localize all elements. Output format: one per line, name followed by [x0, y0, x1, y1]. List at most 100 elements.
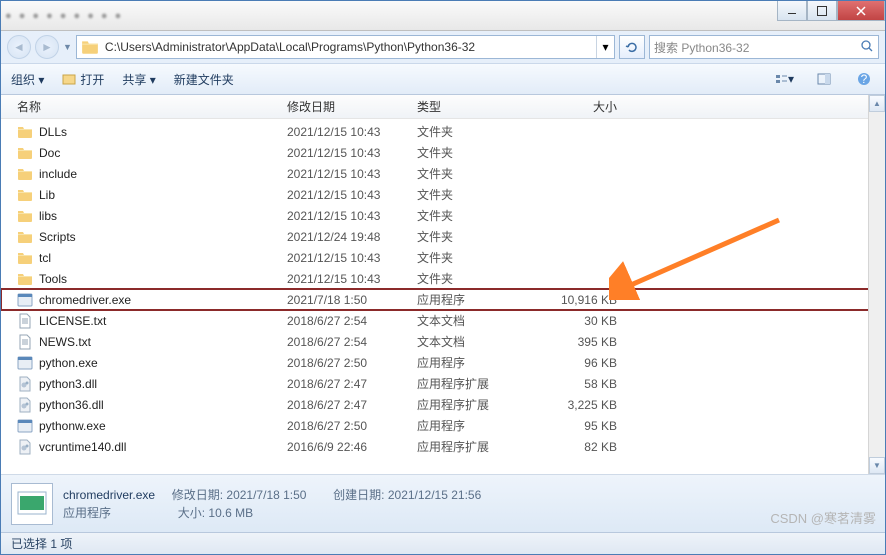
file-name: chromedriver.exe — [39, 293, 287, 307]
address-bar[interactable]: ▾ — [76, 35, 615, 59]
svg-text:?: ? — [861, 72, 868, 86]
dll-icon — [17, 397, 33, 413]
address-input[interactable] — [103, 38, 596, 56]
minimize-button[interactable] — [777, 1, 807, 21]
scrollbar[interactable]: ▲ ▼ — [868, 95, 885, 474]
help-button[interactable]: ? — [853, 68, 875, 90]
dll-icon — [17, 376, 33, 392]
title-blurred: ● ● ● ● ● ● ● ● ● — [5, 10, 123, 22]
table-row[interactable]: libs2021/12/15 10:43文件夹 — [1, 205, 885, 226]
txt-icon — [17, 334, 33, 350]
file-type: 文件夹 — [417, 123, 527, 140]
dll-icon — [17, 439, 33, 455]
toolbar: 组织 ▾ 打开 共享 ▾ 新建文件夹 ▾ ? — [1, 63, 885, 95]
file-type: 应用程序 — [417, 291, 527, 308]
maximize-button[interactable] — [807, 1, 837, 21]
file-name: DLLs — [39, 125, 287, 139]
open-button[interactable]: 打开 — [62, 71, 104, 88]
file-list[interactable]: DLLs2021/12/15 10:43文件夹Doc2021/12/15 10:… — [1, 119, 885, 474]
file-type: 应用程序 — [417, 417, 527, 434]
scroll-up-icon[interactable]: ▲ — [869, 95, 885, 112]
file-name: Scripts — [39, 230, 287, 244]
table-row[interactable]: python36.dll2018/6/27 2:47应用程序扩展3,225 KB — [1, 394, 885, 415]
table-row[interactable]: chromedriver.exe2021/7/18 1:50应用程序10,916… — [1, 289, 885, 310]
scroll-down-icon[interactable]: ▼ — [869, 457, 885, 474]
table-row[interactable]: pythonw.exe2018/6/27 2:50应用程序95 KB — [1, 415, 885, 436]
table-row[interactable]: DLLs2021/12/15 10:43文件夹 — [1, 121, 885, 142]
table-row[interactable]: vcruntime140.dll2016/6/9 22:46应用程序扩展82 K… — [1, 436, 885, 457]
file-date: 2021/12/15 10:43 — [287, 125, 417, 139]
search-placeholder: 搜索 Python36-32 — [654, 39, 749, 56]
file-name: python36.dll — [39, 398, 287, 412]
file-name: libs — [39, 209, 287, 223]
table-row[interactable]: LICENSE.txt2018/6/27 2:54文本文档30 KB — [1, 310, 885, 331]
file-size: 3,225 KB — [527, 398, 617, 412]
file-date: 2021/12/15 10:43 — [287, 251, 417, 265]
file-name: tcl — [39, 251, 287, 265]
details-filetype: 应用程序 — [63, 506, 111, 520]
refresh-icon — [625, 40, 639, 54]
file-type: 应用程序扩展 — [417, 438, 527, 455]
file-date: 2021/12/15 10:43 — [287, 146, 417, 160]
file-type: 文件夹 — [417, 207, 527, 224]
nav-bar: ◄ ► ▼ ▾ 搜索 Python36-32 — [1, 31, 885, 63]
table-row[interactable]: include2021/12/15 10:43文件夹 — [1, 163, 885, 184]
file-name: python.exe — [39, 356, 287, 370]
file-type: 文件夹 — [417, 249, 527, 266]
col-date[interactable]: 修改日期 — [287, 98, 417, 115]
search-box[interactable]: 搜索 Python36-32 — [649, 35, 879, 59]
file-name: vcruntime140.dll — [39, 440, 287, 454]
app-icon — [17, 355, 33, 371]
details-sizeval: 10.6 MB — [208, 506, 253, 520]
file-type: 文件夹 — [417, 228, 527, 245]
file-date: 2018/6/27 2:54 — [287, 335, 417, 349]
details-sizelabel: 大小: — [178, 506, 205, 520]
history-dropdown-icon[interactable]: ▼ — [63, 42, 72, 52]
file-size: 30 KB — [527, 314, 617, 328]
table-row[interactable]: tcl2021/12/15 10:43文件夹 — [1, 247, 885, 268]
share-button[interactable]: 共享 ▾ — [122, 71, 155, 88]
preview-pane-button[interactable] — [813, 68, 835, 90]
file-date: 2018/6/27 2:54 — [287, 314, 417, 328]
file-name: Doc — [39, 146, 287, 160]
close-button[interactable] — [837, 1, 885, 21]
new-folder-button[interactable]: 新建文件夹 — [174, 71, 234, 88]
folder-icon — [17, 229, 33, 245]
preview-icon — [817, 72, 831, 86]
table-row[interactable]: Scripts2021/12/24 19:48文件夹 — [1, 226, 885, 247]
table-row[interactable]: python.exe2018/6/27 2:50应用程序96 KB — [1, 352, 885, 373]
table-row[interactable]: Tools2021/12/15 10:43文件夹 — [1, 268, 885, 289]
file-date: 2021/12/15 10:43 — [287, 188, 417, 202]
file-size: 58 KB — [527, 377, 617, 391]
file-name: NEWS.txt — [39, 335, 287, 349]
file-thumbnail — [11, 483, 53, 525]
details-filename: chromedriver.exe — [63, 488, 155, 502]
file-name: pythonw.exe — [39, 419, 287, 433]
forward-button[interactable]: ► — [35, 35, 59, 59]
file-date: 2016/6/9 22:46 — [287, 440, 417, 454]
col-size[interactable]: 大小 — [527, 98, 617, 115]
folder-icon — [17, 250, 33, 266]
folder-icon — [81, 38, 99, 56]
refresh-button[interactable] — [619, 35, 645, 59]
folder-icon — [17, 271, 33, 287]
titlebar[interactable]: ● ● ● ● ● ● ● ● ● — [1, 1, 885, 31]
table-row[interactable]: Lib2021/12/15 10:43文件夹 — [1, 184, 885, 205]
details-pane: chromedriver.exe 修改日期: 2021/7/18 1:50 创建… — [1, 474, 885, 532]
file-size: 82 KB — [527, 440, 617, 454]
table-row[interactable]: python3.dll2018/6/27 2:47应用程序扩展58 KB — [1, 373, 885, 394]
address-dropdown-icon[interactable]: ▾ — [596, 36, 614, 58]
close-icon — [856, 6, 866, 16]
table-row[interactable]: NEWS.txt2018/6/27 2:54文本文档395 KB — [1, 331, 885, 352]
view-options-button[interactable]: ▾ — [773, 68, 795, 90]
details-modval: 2021/7/18 1:50 — [226, 488, 306, 502]
col-type[interactable]: 类型 — [417, 98, 527, 115]
file-date: 2021/12/24 19:48 — [287, 230, 417, 244]
file-type: 应用程序扩展 — [417, 375, 527, 392]
col-name[interactable]: 名称 — [17, 98, 287, 115]
table-row[interactable]: Doc2021/12/15 10:43文件夹 — [1, 142, 885, 163]
folder-icon — [17, 187, 33, 203]
file-name: Tools — [39, 272, 287, 286]
organize-button[interactable]: 组织 ▾ — [11, 71, 44, 88]
back-button[interactable]: ◄ — [7, 35, 31, 59]
